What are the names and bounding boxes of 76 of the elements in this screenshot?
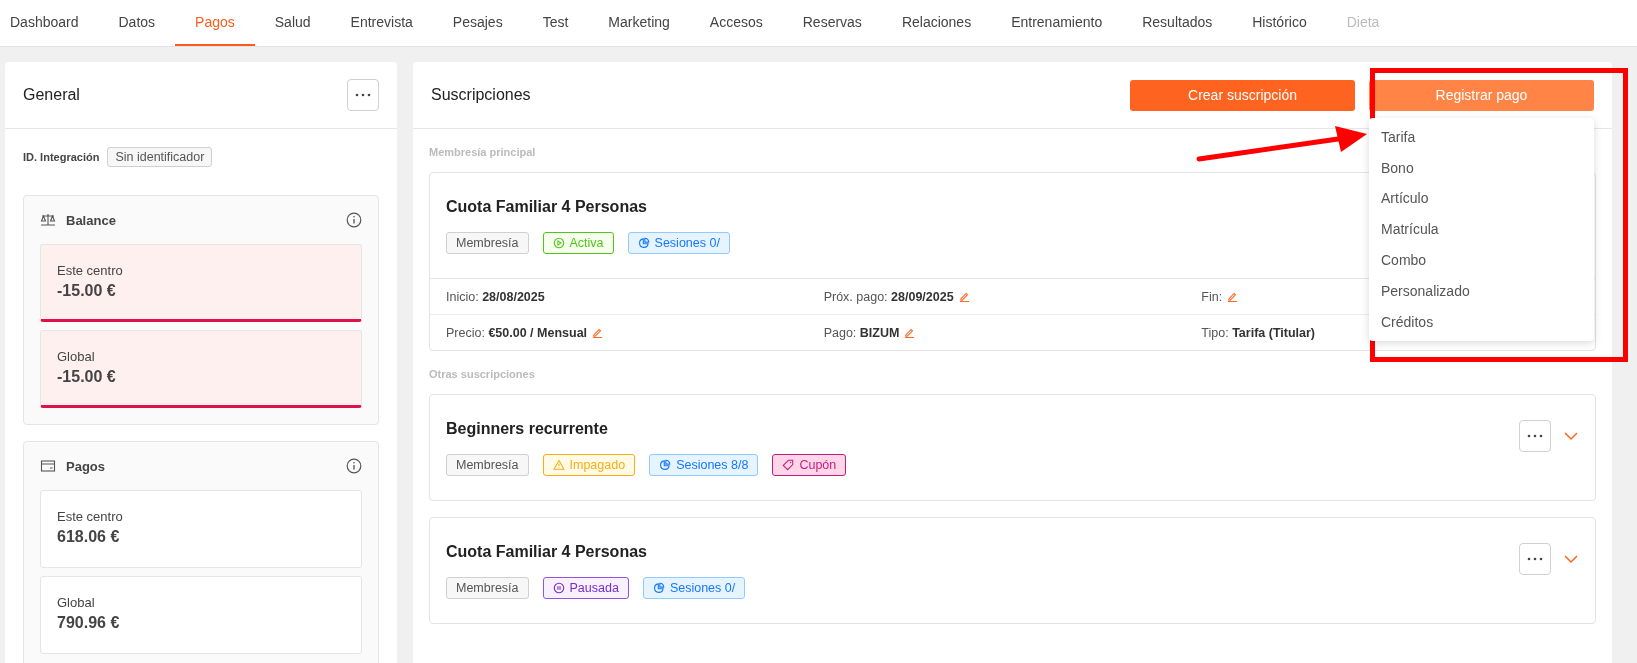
menu-item[interactable]: Combo [1369, 244, 1594, 276]
section-title: Balance [66, 212, 117, 228]
pie-chart-icon [637, 237, 650, 249]
status-tag: Membresía [446, 454, 529, 476]
warning-icon [552, 459, 565, 471]
status-tag: Pausada [542, 577, 629, 599]
more-button[interactable] [1519, 543, 1551, 575]
stat-value: -15.00 € [57, 282, 117, 300]
scale-icon [40, 213, 56, 227]
status-tag: Membresía [446, 577, 529, 599]
nav-tab[interactable]: Salud [254, 0, 331, 46]
nav-tab[interactable]: Resultados [1122, 0, 1233, 46]
panel-title: General [23, 86, 80, 104]
nav-tab[interactable]: Relaciones [881, 0, 992, 46]
stat-label: Este centro [57, 509, 124, 524]
menu-item[interactable]: Créditos [1369, 306, 1594, 338]
menu-item[interactable]: Personalizado [1369, 275, 1594, 307]
nav-tab[interactable]: Datos [98, 0, 176, 46]
pie-chart-icon [652, 582, 665, 594]
nav-tab[interactable]: Reservas [782, 0, 882, 46]
menu-item[interactable]: Artículo [1369, 183, 1594, 214]
menu-item[interactable]: Tarifa [1369, 121, 1594, 153]
nav-tab[interactable]: Marketing [588, 0, 690, 46]
stat-label: Global [57, 349, 96, 364]
wallet-icon [40, 459, 56, 473]
status-tag: Activa [542, 232, 614, 254]
nav-tab[interactable]: Pesajes [432, 0, 523, 46]
section-label: Otras suscripciones [429, 368, 535, 380]
detail-text: Precio: €50.00 / Mensual [446, 325, 588, 340]
edit-icon[interactable] [592, 327, 604, 338]
info-icon[interactable] [346, 212, 362, 228]
info-icon[interactable] [346, 458, 362, 474]
stat-label: Global [57, 595, 96, 610]
nav-tab[interactable]: Entrevista [330, 0, 433, 46]
nav-tab[interactable]: Test [522, 0, 589, 46]
edit-icon[interactable] [1227, 291, 1239, 302]
pause-circle-icon [552, 582, 565, 594]
stat-value: -15.00 € [57, 368, 117, 386]
section-label: Membresía principal [429, 146, 536, 158]
more-button[interactable] [347, 79, 379, 111]
section-title: Pagos [66, 458, 106, 474]
detail-text: Tipo: Tarifa (Titular) [1201, 325, 1316, 340]
panel-title: Suscripciones [431, 86, 531, 104]
stat-label: Este centro [57, 263, 124, 278]
status-tag: Cupón [772, 454, 847, 476]
play-circle-icon [552, 237, 565, 249]
detail-text: Próx. pago: 28/09/2025 [823, 289, 954, 304]
nav-tab[interactable]: Dashboard [0, 0, 99, 46]
nav-tab[interactable]: Histórico [1232, 0, 1327, 46]
field-label: ID. Integración [23, 151, 100, 163]
stat-value: 790.96 € [57, 614, 121, 632]
integration-id: Sin identificador [107, 147, 213, 167]
nav-tab[interactable]: Entrenamiento [991, 0, 1123, 46]
detail-text: Pago: BIZUM [823, 325, 900, 340]
subscription-title: Cuota Familiar 4 Personas [446, 198, 648, 216]
stat-value: 618.06 € [57, 528, 121, 546]
subscription-title: Cuota Familiar 4 Personas [446, 543, 648, 561]
more-icon [355, 93, 371, 97]
status-tag: Sesiones 8/8 [649, 454, 759, 476]
pie-chart-icon [659, 459, 672, 471]
subscription-title: Beginners recurrente [446, 420, 609, 438]
detail-text: Inicio: 28/08/2025 [446, 289, 545, 304]
status-tag: Sesiones 0/ [627, 232, 730, 254]
more-icon [1527, 434, 1543, 438]
edit-icon[interactable] [958, 291, 970, 302]
more-button[interactable] [1519, 420, 1551, 452]
detail-text: Fin: [1201, 289, 1223, 304]
nav-tab[interactable]: Accesos [689, 0, 783, 46]
status-tag: Membresía [446, 232, 529, 254]
more-icon [1527, 557, 1543, 561]
menu-item[interactable]: Matrícula [1369, 213, 1594, 245]
menu-item[interactable]: Bono [1369, 152, 1594, 184]
tag-icon [782, 459, 795, 471]
edit-icon[interactable] [904, 327, 916, 338]
status-tag: Sesiones 0/ [642, 577, 746, 599]
status-tag: Impagado [542, 454, 636, 476]
